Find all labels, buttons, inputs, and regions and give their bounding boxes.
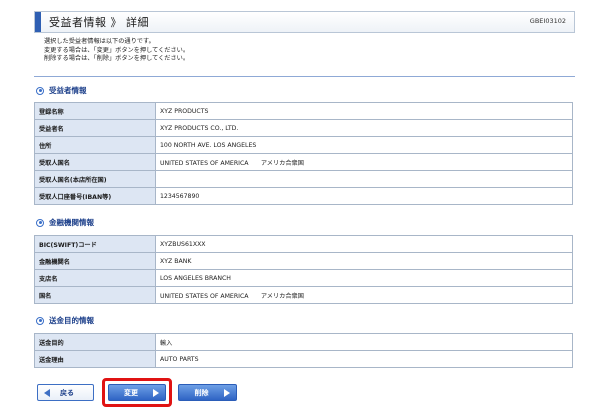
beneficiary-table: 登録名称 XYZ PRODUCTS 受益者名 XYZ PRODUCTS CO., L… bbox=[34, 102, 573, 205]
row-label: 受取人国名(本店所在国) bbox=[34, 170, 156, 188]
intro-text: 選択した受益者情報は以下の通りです。 変更する場合は、「変更」ボタンを押してくだ… bbox=[44, 38, 189, 64]
purpose-table: 送金目的 輸入 送金理由 AUTO PARTS bbox=[34, 333, 573, 368]
intro-line: 選択した受益者情報は以下の通りです。 bbox=[44, 38, 155, 45]
table-row: 支店名 LOS ANGELES BRANCH bbox=[34, 269, 573, 287]
row-value: 100 NORTH AVE. LOS ANGELES bbox=[155, 136, 573, 154]
delete-button-label: 削除 bbox=[194, 388, 209, 397]
bank-table: BIC(SWIFT)コード XYZBUS61XXX 金融機関名 XYZ BANK 支… bbox=[34, 235, 573, 304]
section-title-bank: 金融機関情報 bbox=[36, 217, 94, 228]
intro-line: 削除する場合は、「削除」ボタンを押してください。 bbox=[44, 55, 190, 62]
row-value: UNITED STATES OF AMERICA アメリカ合衆国 bbox=[155, 153, 573, 171]
table-row: 受取人国名(本店所在国) bbox=[34, 170, 573, 188]
row-label: 送金理由 bbox=[34, 350, 156, 368]
divider bbox=[34, 76, 575, 77]
row-value: 1234567890 bbox=[155, 187, 573, 205]
table-row: 金融機関名 XYZ BANK bbox=[34, 252, 573, 270]
section-title-beneficiary: 受益者情報 bbox=[36, 85, 87, 96]
back-button[interactable]: 戻る bbox=[37, 384, 94, 401]
row-label: 支店名 bbox=[34, 269, 156, 287]
row-label: 住所 bbox=[34, 136, 156, 154]
change-button[interactable]: 変更 bbox=[108, 384, 166, 401]
table-row: 受取人口座番号(IBAN等) 1234567890 bbox=[34, 187, 573, 205]
section-title-label: 金融機関情報 bbox=[49, 218, 94, 227]
section-bullet-icon bbox=[36, 316, 44, 325]
section-title-label: 送金目的情報 bbox=[49, 316, 94, 325]
page-header: 受益者情報 》 詳細 GBEI03102 bbox=[34, 11, 575, 33]
table-row: BIC(SWIFT)コード XYZBUS61XXX bbox=[34, 235, 573, 253]
row-value bbox=[155, 170, 573, 188]
section-title-purpose: 送金目的情報 bbox=[36, 315, 94, 326]
header-accent-bar bbox=[35, 12, 41, 32]
row-value: XYZ PRODUCTS CO., LTD. bbox=[155, 119, 573, 137]
intro-line: 変更する場合は、「変更」ボタンを押してください。 bbox=[44, 46, 190, 54]
row-value: 輸入 bbox=[155, 333, 573, 351]
section-title-label: 受益者情報 bbox=[49, 86, 87, 95]
table-row: 国名 UNITED STATES OF AMERICA アメリカ合衆国 bbox=[34, 286, 573, 304]
table-row: 送金目的 輸入 bbox=[34, 333, 573, 351]
row-label: 送金目的 bbox=[34, 333, 156, 351]
row-value: XYZ PRODUCTS bbox=[155, 102, 573, 120]
row-value: XYZBUS61XXX bbox=[155, 235, 573, 253]
row-value: AUTO PARTS bbox=[155, 350, 573, 368]
arrow-right-icon bbox=[224, 388, 230, 397]
table-row: 受益者名 XYZ PRODUCTS CO., LTD. bbox=[34, 119, 573, 137]
row-label: 受取人口座番号(IBAN等) bbox=[34, 187, 156, 205]
page-title: 受益者情報 》 詳細 bbox=[49, 16, 149, 29]
row-label: 金融機関名 bbox=[34, 252, 156, 270]
row-value: LOS ANGELES BRANCH bbox=[155, 269, 573, 287]
arrow-right-icon bbox=[153, 388, 159, 397]
row-value: UNITED STATES OF AMERICA アメリカ合衆国 bbox=[155, 286, 573, 304]
table-row: 登録名称 XYZ PRODUCTS bbox=[34, 102, 573, 120]
row-label: 登録名称 bbox=[34, 102, 156, 120]
section-bullet-icon bbox=[36, 86, 44, 95]
table-row: 住所 100 NORTH AVE. LOS ANGELES bbox=[34, 136, 573, 154]
row-value: XYZ BANK bbox=[155, 252, 573, 270]
delete-button[interactable]: 削除 bbox=[178, 384, 237, 401]
row-label: 国名 bbox=[34, 286, 156, 304]
screen-code: GBEI03102 bbox=[529, 17, 566, 25]
change-button-label: 変更 bbox=[124, 388, 138, 397]
section-bullet-icon bbox=[36, 218, 44, 227]
table-row: 受取人国名 UNITED STATES OF AMERICA アメリカ合衆国 bbox=[34, 153, 573, 171]
back-button-label: 戻る bbox=[60, 388, 74, 397]
row-label: BIC(SWIFT)コード bbox=[34, 235, 156, 253]
row-label: 受取人国名 bbox=[34, 153, 156, 171]
arrow-left-icon bbox=[44, 388, 50, 397]
row-label: 受益者名 bbox=[34, 119, 156, 137]
table-row: 送金理由 AUTO PARTS bbox=[34, 350, 573, 368]
